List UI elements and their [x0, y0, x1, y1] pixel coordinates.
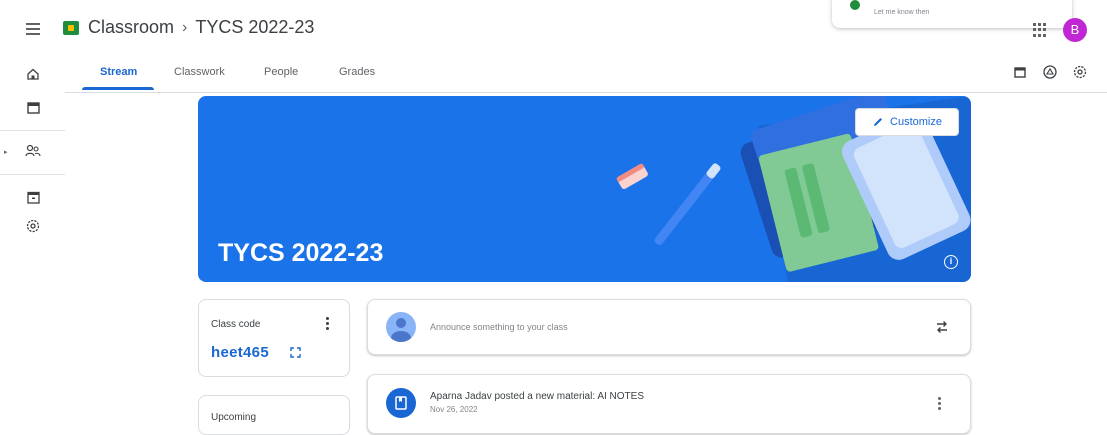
post-title[interactable]: Aparna Jadav posted a new material: AI N…	[430, 391, 644, 402]
people-enrolled-icon[interactable]	[24, 142, 42, 160]
active-tab-indicator	[82, 87, 154, 90]
upcoming-label: Upcoming	[211, 412, 257, 423]
home-icon[interactable]	[24, 65, 42, 83]
tab-stream[interactable]: Stream	[100, 66, 137, 78]
class-toolbar	[1012, 64, 1088, 80]
breadcrumb-class-name[interactable]: TYCS 2022-23	[195, 17, 314, 38]
stream-post[interactable]: Aparna Jadav posted a new material: AI N…	[367, 374, 971, 434]
class-info-icon[interactable]: i	[944, 255, 958, 269]
tab-people[interactable]: People	[264, 66, 298, 78]
breadcrumb-app-name[interactable]: Classroom	[88, 17, 174, 38]
settings-icon[interactable]	[24, 217, 42, 235]
calendar-icon[interactable]	[1012, 64, 1028, 80]
tab-grades[interactable]: Grades	[339, 66, 375, 78]
left-sidebar: ▸	[0, 60, 65, 423]
fullscreen-icon[interactable]	[290, 347, 301, 358]
breadcrumb-separator: ›	[182, 18, 188, 36]
class-code-label: Class code	[211, 319, 261, 330]
main-menu-icon[interactable]	[22, 20, 44, 40]
customize-button[interactable]: Customize	[855, 108, 959, 136]
toast-text: Let me know then	[874, 9, 930, 16]
announce-box[interactable]: Announce something to your class	[367, 299, 971, 355]
pencil-icon	[874, 118, 883, 126]
upcoming-card: Upcoming	[198, 395, 350, 435]
class-code-value: heet465	[211, 344, 269, 361]
archive-icon[interactable]	[24, 188, 42, 206]
post-date: Nov 26, 2022	[430, 405, 478, 414]
drive-folder-icon[interactable]	[1042, 64, 1058, 80]
more-options-icon[interactable]	[323, 316, 331, 330]
announce-placeholder[interactable]: Announce something to your class	[430, 322, 568, 332]
settings-icon[interactable]	[1072, 64, 1088, 80]
material-icon	[386, 388, 416, 418]
class-tabs: Stream Classwork People Grades	[65, 60, 1107, 93]
class-banner: TYCS 2022-23 Customize i	[198, 96, 971, 282]
tab-classwork[interactable]: Classwork	[174, 66, 225, 78]
class-code-card: Class code heet465	[198, 299, 350, 377]
top-bar: Classroom › TYCS 2022-23 Let me know the…	[0, 0, 1107, 60]
google-apps-icon[interactable]	[1033, 23, 1047, 37]
sidebar-divider	[0, 130, 65, 131]
breadcrumb: Classroom › TYCS 2022-23	[88, 17, 314, 38]
sidebar-divider	[0, 174, 65, 175]
user-avatar	[386, 312, 416, 342]
classroom-logo-icon[interactable]	[63, 21, 79, 35]
expand-caret-icon[interactable]: ▸	[4, 148, 8, 156]
calendar-icon[interactable]	[24, 98, 42, 116]
more-options-icon[interactable]	[935, 397, 943, 411]
account-avatar[interactable]: B	[1063, 18, 1087, 42]
toast-dot-icon	[850, 0, 860, 10]
customize-label: Customize	[890, 116, 942, 128]
class-title: TYCS 2022-23	[218, 239, 384, 267]
reuse-post-icon[interactable]	[934, 319, 950, 335]
